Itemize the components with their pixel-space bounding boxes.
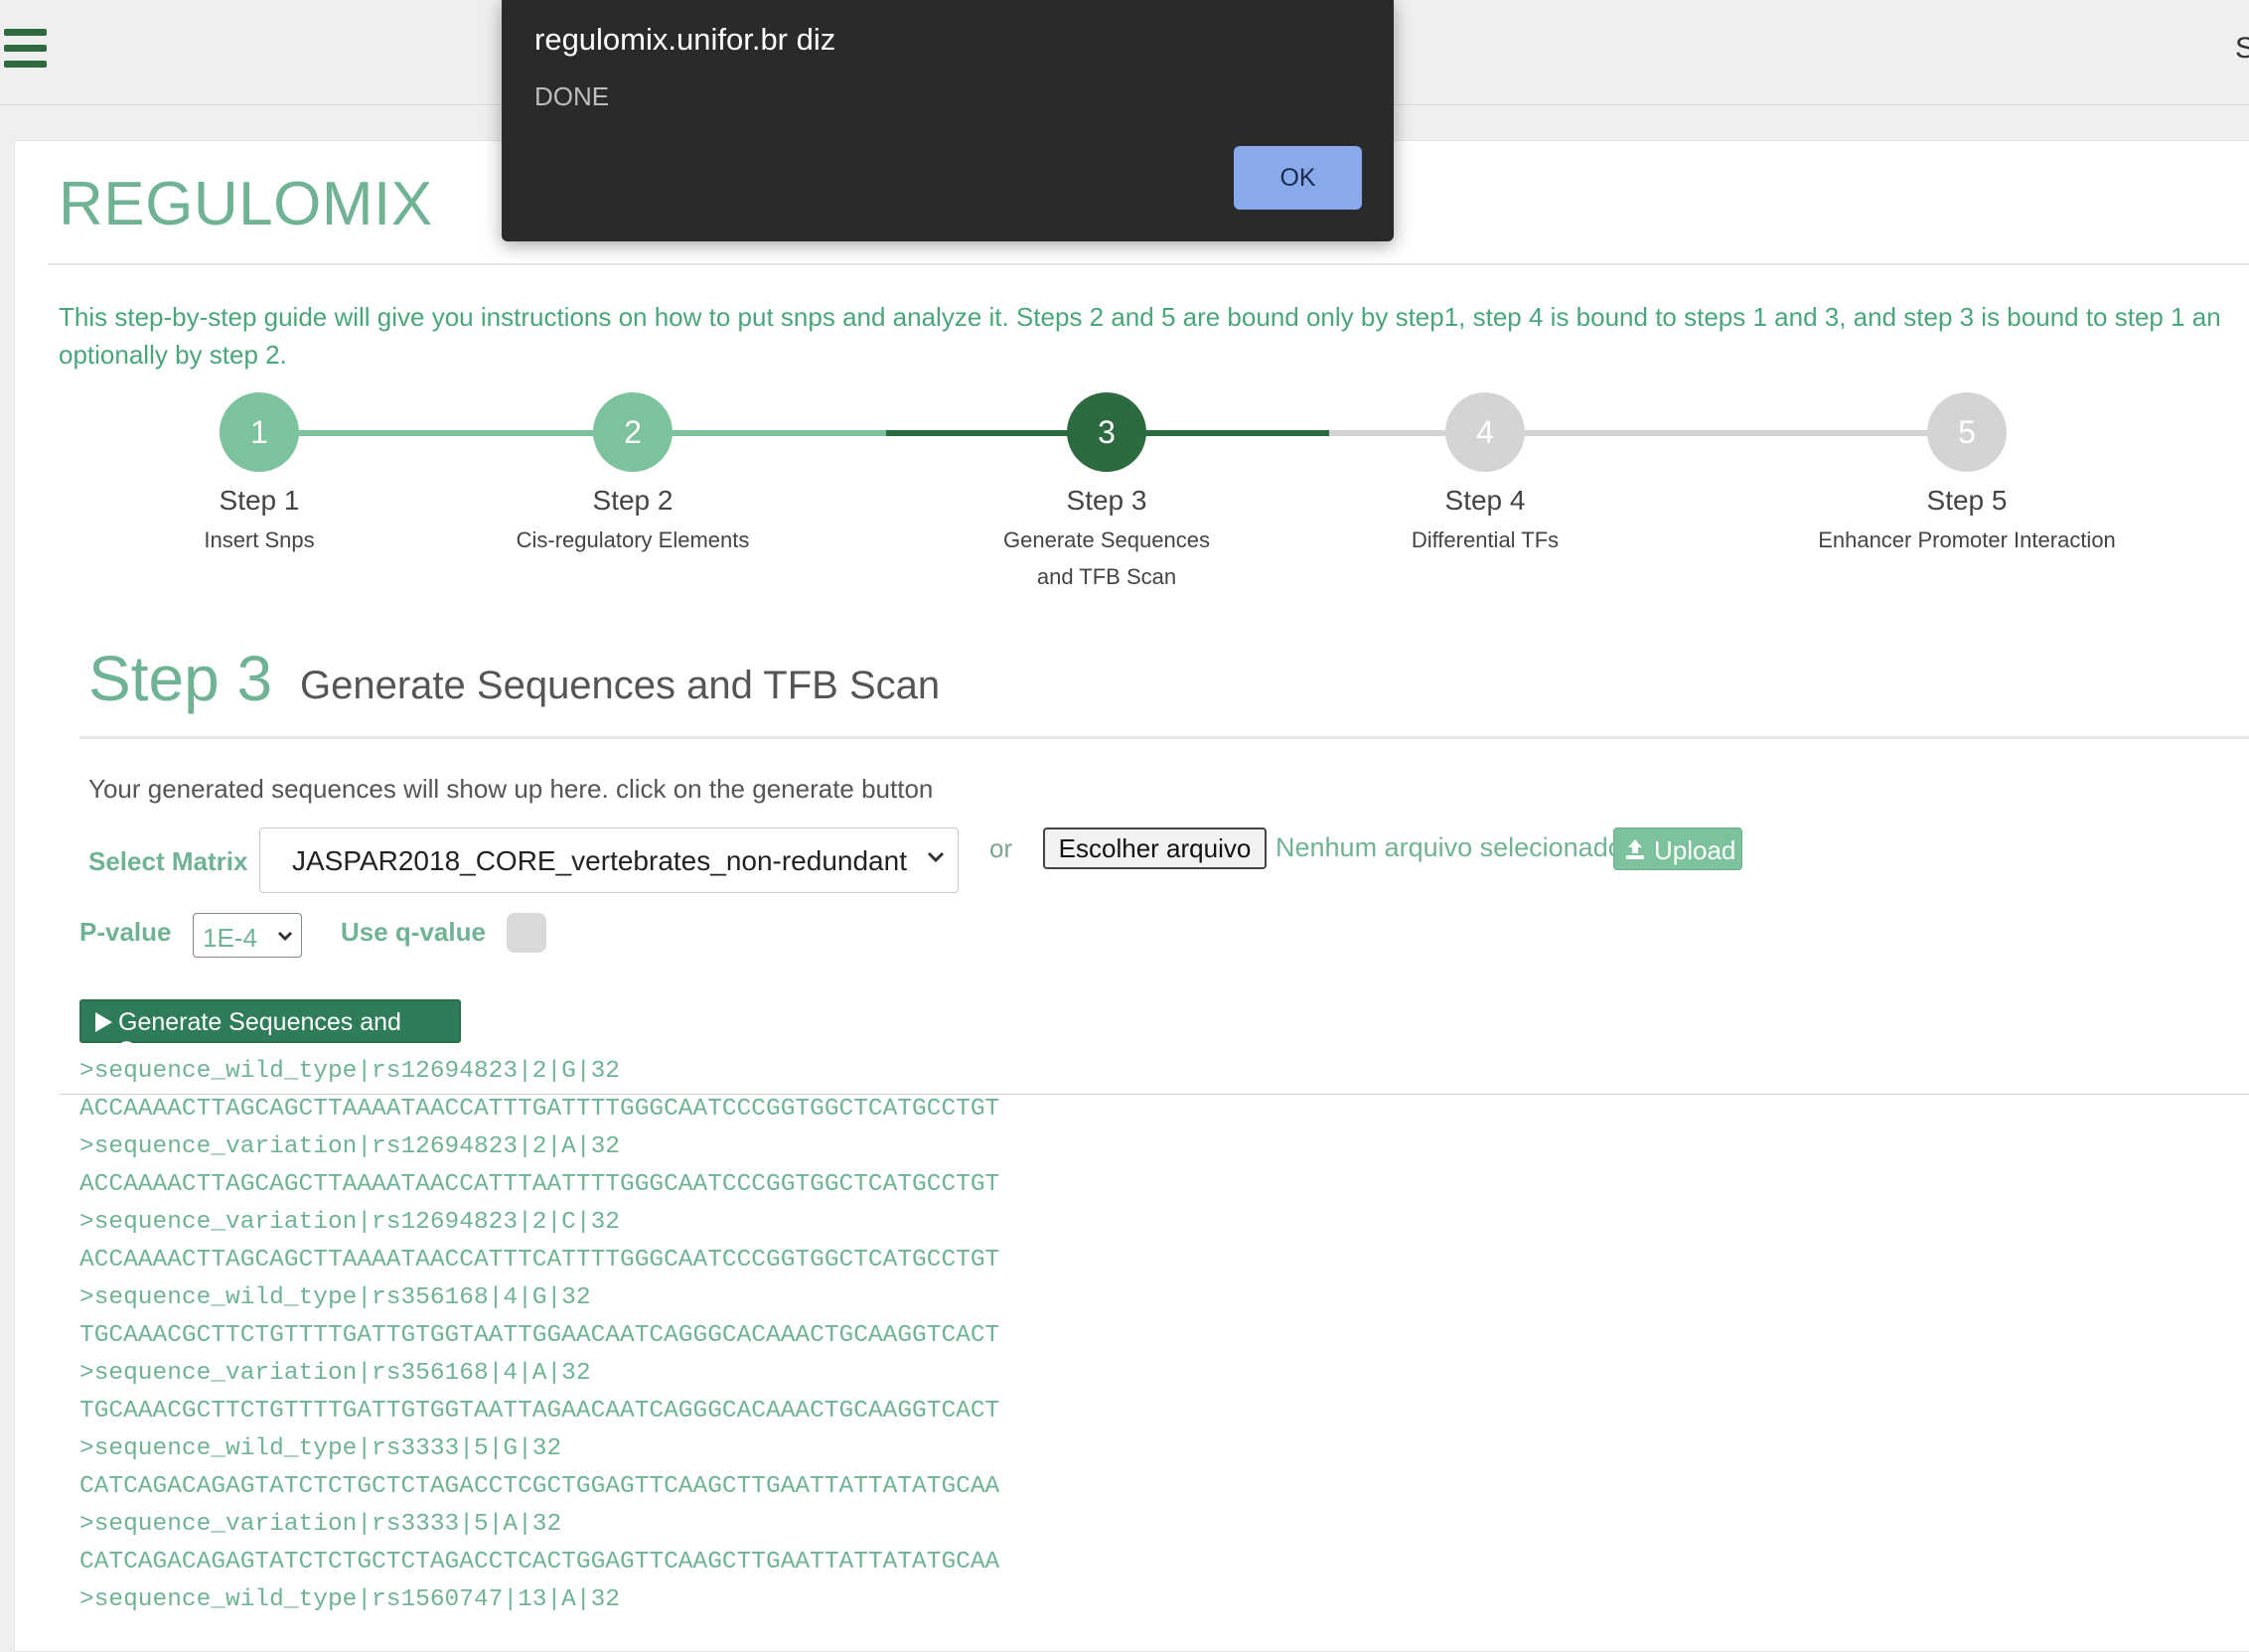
sequence-line: >sequence_wild_type|rs3333|5|G|32 (79, 1435, 562, 1462)
step-4-subtitle: Differential TFs (1411, 527, 1560, 552)
pvalue-select-value: 1E-4 (203, 923, 257, 953)
step-5-subtitle: Enhancer Promoter Interaction (1818, 527, 2116, 552)
ok-button[interactable]: OK (1234, 146, 1362, 210)
matrix-select-value: JASPAR2018_CORE_vertebrates_non-redundan… (292, 845, 907, 876)
step-3-circle[interactable]: 3 (1067, 392, 1146, 472)
intro-text: This step-by-step guide will give you in… (59, 298, 2249, 374)
generate-sequences-button[interactable]: Generate Sequences and Scan (79, 999, 461, 1065)
sequence-line: >sequence_variation|rs356168|4|A|32 (79, 1360, 591, 1387)
qvalue-checkbox[interactable] (507, 913, 546, 953)
step-5-title: Step 5 (1926, 485, 2008, 516)
step-2-subtitle: Cis-regulatory Elements (516, 527, 750, 552)
divider (79, 736, 2249, 739)
upload-button[interactable]: Upload (1613, 827, 1742, 870)
sequence-line: CATCAGACAGAGTATCTCTGCTCTAGACCTCACTGGAGTT… (79, 1549, 1000, 1576)
step-2-circle[interactable]: 2 (593, 392, 673, 472)
step-4-circle[interactable]: 4 (1445, 392, 1525, 472)
sequence-line: ACCAAAACTTAGCAGCTTAAAATAACCATTTGATTTTGGG… (79, 1096, 1000, 1123)
step-3-subtitle: Generate Sequences (1003, 527, 1210, 552)
choose-file-button[interactable]: Escolher arquivo (1043, 827, 1267, 869)
sequence-line: >sequence_variation|rs3333|5|A|32 (79, 1511, 562, 1538)
sequence-line: >sequence_wild_type|rs12694823|2|G|32 (79, 1058, 620, 1085)
matrix-select[interactable]: JASPAR2018_CORE_vertebrates_non-redundan… (259, 827, 959, 893)
brand-title: REGULOMIX (59, 170, 433, 238)
stepper-connector (258, 430, 886, 436)
sequence-output: >sequence_wild_type|rs12694823|2|G|32 AC… (79, 1053, 1272, 1619)
or-text: or (989, 833, 1013, 863)
intro-line: optionally by step 2. (59, 340, 287, 370)
pvalue-select[interactable]: 1E-4 (193, 913, 302, 958)
dialog-message: DONE (534, 81, 610, 111)
chevron-down-icon (277, 931, 293, 942)
step-2-title: Step 2 (592, 485, 674, 516)
divider (48, 263, 2249, 265)
dialog-title: regulomix.unifor.br diz (534, 22, 836, 57)
no-file-text: Nenhum arquivo selecionado (1275, 832, 1623, 862)
stepper-connector (1329, 430, 1969, 436)
matrix-label: Select Matrix (88, 846, 248, 876)
upload-icon (1626, 839, 1644, 859)
sequence-line: ACCAAAACTTAGCAGCTTAAAATAACCATTTAATTTTGGG… (79, 1171, 1000, 1198)
section-subtitle: Generate Sequences and TFB Scan (300, 664, 941, 707)
navbar-right-text: S (2235, 32, 2249, 65)
chevron-down-icon (927, 851, 945, 863)
alert-dialog: regulomix.unifor.br diz DONE OK (502, 0, 1394, 241)
step-5-circle[interactable]: 5 (1927, 392, 2007, 472)
step-1-subtitle: Insert Snps (204, 527, 315, 552)
sequence-line: >sequence_wild_type|rs356168|4|G|32 (79, 1284, 591, 1311)
step-3-subtitle-2: and TFB Scan (1036, 564, 1177, 589)
step-1-circle[interactable]: 1 (220, 392, 299, 472)
sequence-line: TGCAAACGCTTCTGTTTTGATTGTGGTAATTGGAACAATC… (79, 1322, 1000, 1349)
section-title: Step 3 (88, 643, 273, 714)
sequence-line: >sequence_wild_type|rs1560747|13|A|32 (79, 1586, 620, 1613)
sequence-line: >sequence_variation|rs12694823|2|A|32 (79, 1133, 620, 1160)
upload-button-label: Upload (1654, 835, 1736, 865)
step-4-title: Step 4 (1444, 485, 1526, 516)
qvalue-label: Use q-value (341, 917, 486, 947)
pvalue-label: P-value (79, 917, 172, 947)
sequence-line: CATCAGACAGAGTATCTCTGCTCTAGACCTCGCTGGAGTT… (79, 1473, 1000, 1500)
sequence-line: >sequence_variation|rs12694823|2|C|32 (79, 1209, 620, 1236)
play-icon (95, 1012, 112, 1032)
step-1-title: Step 1 (219, 485, 300, 516)
intro-line: This step-by-step guide will give you in… (59, 302, 2221, 332)
step-3-title: Step 3 (1066, 485, 1147, 516)
info-text: Your generated sequences will show up he… (88, 774, 934, 804)
sequence-line: ACCAAAACTTAGCAGCTTAAAATAACCATTTCATTTTGGG… (79, 1247, 1000, 1274)
sequence-line: TGCAAACGCTTCTGTTTTGATTGTGGTAATTAGAACAATC… (79, 1398, 1000, 1425)
menu-icon[interactable] (0, 26, 50, 72)
